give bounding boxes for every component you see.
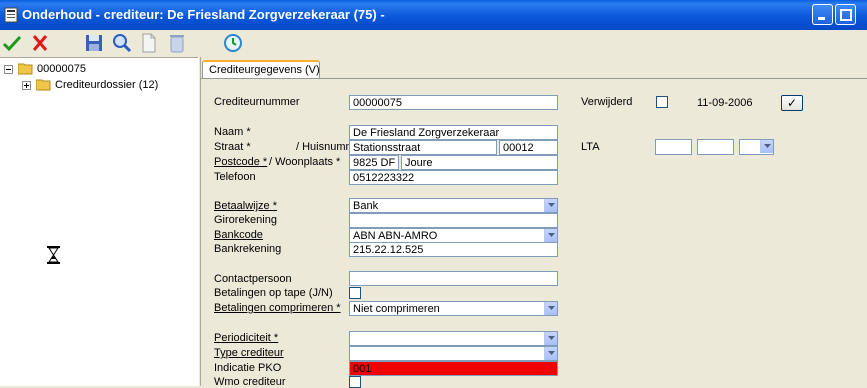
lta-label: LTA bbox=[581, 141, 600, 153]
tab-crediteurgegevens[interactable]: Crediteurgegevens (V) bbox=[202, 60, 320, 79]
betaalwijze-value: Bank bbox=[353, 200, 379, 212]
lta-field-2[interactable] bbox=[697, 139, 734, 155]
minimize-icon bbox=[818, 17, 825, 20]
maximize-button[interactable] bbox=[835, 4, 856, 25]
tree-node-root[interactable]: 00000075 bbox=[4, 62, 194, 78]
periodiciteit-select[interactable] bbox=[349, 331, 558, 346]
bankcode-select[interactable]: ABN ABN-AMRO bbox=[349, 228, 558, 243]
check-icon bbox=[2, 35, 22, 52]
lta-select[interactable] bbox=[739, 139, 774, 155]
folder-open-icon bbox=[18, 63, 33, 75]
straat-label: Straat * bbox=[214, 141, 251, 153]
maximize-icon bbox=[840, 9, 852, 21]
form-panel: Crediteurnummer 00000075 Verwijderd 11-0… bbox=[201, 78, 867, 388]
trash-icon bbox=[170, 35, 184, 53]
verwijderd-checkbox[interactable] bbox=[656, 96, 668, 108]
bankrekening-field[interactable]: 215.22.12.525 bbox=[349, 242, 558, 257]
girorekening-field[interactable] bbox=[349, 213, 558, 228]
verwijderd-date: 11-09-2006 bbox=[697, 97, 753, 109]
verwijderd-label: Verwijderd bbox=[581, 96, 633, 108]
search-button[interactable] bbox=[111, 32, 133, 54]
chevron-down-icon[interactable] bbox=[544, 229, 557, 242]
postcode-label: Postcode * bbox=[214, 156, 268, 168]
minimize-button[interactable] bbox=[812, 4, 833, 25]
cross-icon bbox=[32, 35, 48, 51]
naam-field[interactable]: De Friesland Zorgverzekeraar bbox=[349, 125, 558, 140]
title-bar: Onderhoud - crediteur: De Friesland Zorg… bbox=[0, 0, 867, 30]
magnifier-icon bbox=[113, 34, 132, 53]
wmo-crediteur-label: Wmo crediteur bbox=[214, 376, 286, 388]
betalingen-comprimeren-select[interactable]: Niet comprimeren bbox=[349, 301, 558, 316]
periodiciteit-label: Periodiciteit * bbox=[214, 332, 279, 344]
betalingen-tape-checkbox[interactable] bbox=[349, 287, 361, 299]
tree-panel: 00000075 Crediteurdossier (12) bbox=[0, 57, 198, 386]
woonplaats-label: / Woonplaats * bbox=[269, 156, 341, 168]
document-icon bbox=[142, 33, 156, 53]
chevron-down-icon[interactable] bbox=[544, 302, 557, 315]
huisnummer-field[interactable]: 00012 bbox=[499, 140, 558, 155]
save-button[interactable] bbox=[83, 32, 105, 54]
window-title: Onderhoud - crediteur: De Friesland Zorg… bbox=[22, 7, 385, 22]
betalingen-comprimeren-value: Niet comprimeren bbox=[353, 303, 440, 315]
chevron-down-icon[interactable] bbox=[760, 140, 773, 153]
straat-field[interactable]: Stationsstraat bbox=[349, 140, 497, 155]
folder-icon bbox=[36, 79, 51, 91]
contactpersoon-label: Contactpersoon bbox=[214, 273, 292, 285]
indicatie-pko-field[interactable]: 001 bbox=[349, 361, 558, 376]
hourglass-icon bbox=[47, 246, 60, 264]
tree-node-crediteurdossier-label: Crediteurdossier (12) bbox=[55, 79, 159, 91]
refresh-button[interactable] bbox=[222, 32, 244, 54]
bankcode-label: Bankcode bbox=[214, 229, 263, 241]
woonplaats-field[interactable]: Joure bbox=[401, 155, 558, 170]
expand-icon[interactable] bbox=[22, 81, 31, 90]
girorekening-label: Girorekening bbox=[214, 214, 277, 226]
chevron-down-icon[interactable] bbox=[544, 347, 557, 360]
betalingen-comprimeren-label: Betalingen comprimeren * bbox=[214, 302, 341, 314]
delete-button[interactable] bbox=[166, 32, 188, 54]
telefoon-label: Telefoon bbox=[214, 171, 256, 183]
wmo-crediteur-checkbox[interactable] bbox=[349, 376, 361, 388]
contactpersoon-field[interactable] bbox=[349, 271, 558, 286]
indicatie-pko-label: Indicatie PKO bbox=[214, 362, 282, 374]
type-crediteur-select[interactable] bbox=[349, 346, 558, 361]
collapse-icon[interactable] bbox=[4, 65, 13, 74]
crediteurnummer-label: Crediteurnummer bbox=[214, 96, 300, 108]
cancel-button[interactable] bbox=[29, 32, 51, 54]
tree-node-root-label: 00000075 bbox=[37, 63, 86, 75]
postcode-field[interactable]: 9825 DF bbox=[349, 155, 399, 170]
app-icon bbox=[4, 7, 18, 23]
chevron-down-icon[interactable] bbox=[544, 332, 557, 345]
chevron-down-icon[interactable] bbox=[544, 199, 557, 212]
confirm-button[interactable] bbox=[1, 32, 23, 54]
crediteurnummer-field[interactable]: 00000075 bbox=[349, 95, 558, 110]
type-crediteur-label: Type crediteur bbox=[214, 347, 284, 359]
floppy-icon bbox=[86, 35, 102, 51]
new-button[interactable] bbox=[138, 32, 160, 54]
tree-node-crediteurdossier[interactable]: Crediteurdossier (12) bbox=[22, 78, 192, 94]
telefoon-field[interactable]: 0512223322 bbox=[349, 170, 558, 185]
naam-label: Naam * bbox=[214, 126, 251, 138]
betalingen-tape-label: Betalingen op tape (J/N) bbox=[214, 287, 333, 299]
betaalwijze-label: Betaalwijze * bbox=[214, 200, 277, 212]
toolbar bbox=[0, 30, 867, 57]
bankrekening-label: Bankrekening bbox=[214, 243, 282, 255]
lta-field-1[interactable] bbox=[655, 139, 692, 155]
betaalwijze-select[interactable]: Bank bbox=[349, 198, 558, 213]
bankcode-value: ABN ABN-AMRO bbox=[353, 230, 438, 242]
refresh-icon bbox=[224, 34, 242, 52]
verwijderd-confirm-button[interactable]: ✓ bbox=[781, 95, 803, 111]
